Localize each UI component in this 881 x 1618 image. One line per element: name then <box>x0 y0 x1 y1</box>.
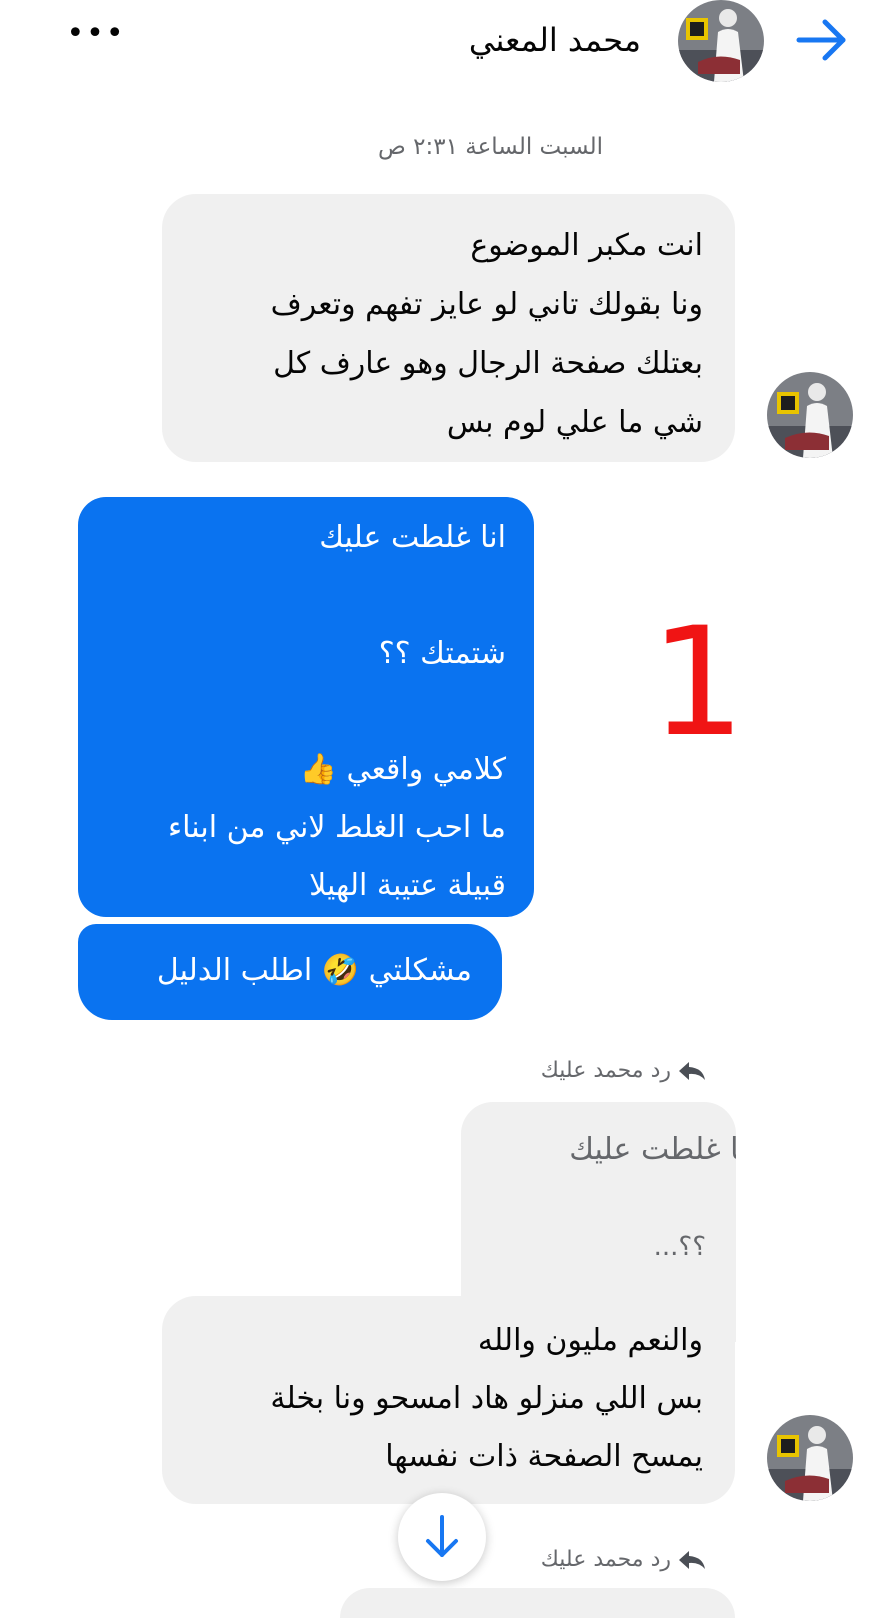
message-line: مشكلتي 🤣 اطلب الدليل <box>156 953 472 988</box>
contact-name[interactable]: محمد المعني <box>469 18 641 62</box>
annotation-number: 1 <box>650 596 746 770</box>
arrow-down-icon <box>426 1515 458 1557</box>
quoted-line: انا غلطت عليك <box>569 1132 736 1167</box>
more-options-button[interactable]: ••• <box>66 14 126 54</box>
message-line <box>98 567 506 625</box>
message-line: قبيلة عتيبة الهيلا <box>309 868 506 903</box>
quoted-line: ؟؟... <box>653 1232 706 1262</box>
message-line: ما احب الغلط لاني من ابناء <box>168 810 506 845</box>
incoming-message-bubble[interactable]: انت مكبر الموضوع ونا بقولك تاني لو عايز … <box>162 194 735 462</box>
message-line: والنعم مليون والله <box>477 1323 703 1358</box>
message-line: كلامي واقعي 👍 <box>299 752 506 787</box>
scroll-to-bottom-button[interactable] <box>398 1493 486 1581</box>
message-line: شي ما علي لوم بس <box>446 405 703 440</box>
next-message-bubble[interactable] <box>340 1588 735 1618</box>
reply-icon <box>677 1549 707 1571</box>
message-line: شتمتك ؟؟ <box>378 636 506 671</box>
reply-indicator: رد محمد عليك <box>541 1547 707 1572</box>
message-line <box>98 683 506 741</box>
message-line: انت مكبر الموضوع <box>470 228 703 263</box>
back-arrow-icon[interactable] <box>793 14 853 66</box>
message-line: ونا بقولك تاني لو عايز تفهم وتعرف <box>270 287 703 322</box>
reply-label-text: رد محمد عليك <box>540 1547 671 1572</box>
reply-label-text: رد محمد عليك <box>540 1058 671 1083</box>
sender-avatar[interactable] <box>767 372 853 458</box>
message-line: بعتلك صفحة الرجال وهو عارف كل <box>273 346 703 381</box>
message-line: بس اللي منزلو هاد امسحو ونا بخلة <box>270 1381 703 1416</box>
incoming-message-bubble[interactable]: والنعم مليون والله بس اللي منزلو هاد امس… <box>162 1296 735 1504</box>
reply-icon <box>677 1060 707 1082</box>
reply-indicator: رد محمد عليك <box>541 1058 707 1083</box>
conversation-timestamp: السبت الساعة ٢:٣١ ص <box>378 134 603 160</box>
outgoing-message-bubble[interactable]: انا غلطت عليك شتمتك ؟؟ كلامي واقعي 👍 ما … <box>78 497 534 917</box>
contact-avatar[interactable] <box>678 0 764 82</box>
outgoing-message-bubble[interactable]: مشكلتي 🤣 اطلب الدليل <box>78 924 502 1020</box>
sender-avatar[interactable] <box>767 1415 853 1501</box>
message-line: يمسح الصفحة ذات نفسها <box>385 1439 703 1474</box>
message-line: انا غلطت عليك <box>319 520 506 555</box>
